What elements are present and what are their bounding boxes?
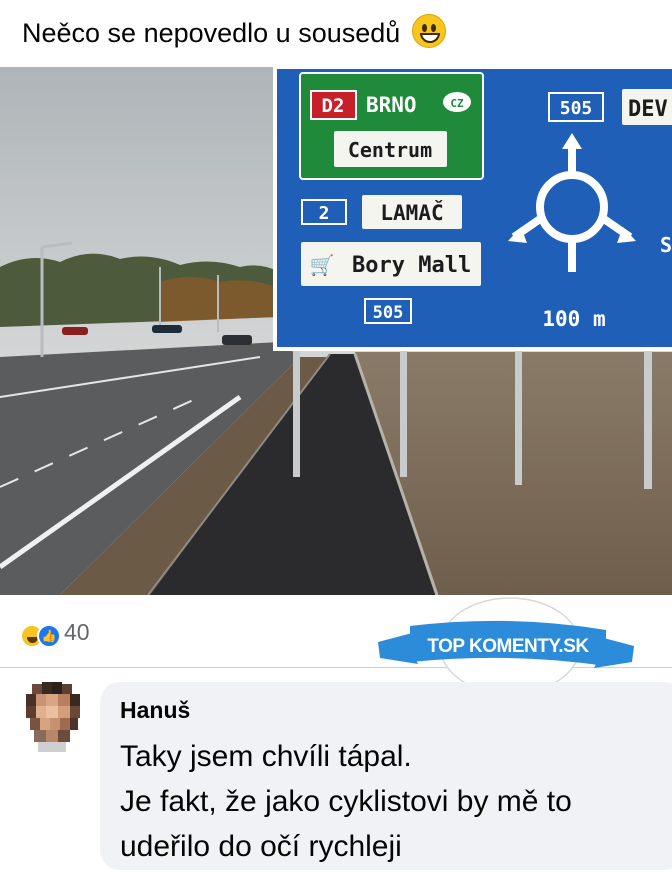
comment-author[interactable]: Hanuš xyxy=(120,697,190,724)
comment-text: Taky jsem chvíli tápal. Je fakt, že jako… xyxy=(120,734,660,869)
sign-route-2-badge: 2 xyxy=(319,203,330,224)
sign-destination-brno: BRNO xyxy=(366,93,417,117)
sign-route-505-top-badge: 505 xyxy=(560,98,593,119)
comment-line: Je fakt, že jako cyklistovi by mě to xyxy=(120,785,572,818)
post-text: Neěco se nepovedlo u sousedů xyxy=(22,14,446,49)
sign-d2-badge: D2 xyxy=(322,95,345,117)
like-icon: 👍 xyxy=(37,624,61,648)
watermark-text: TOP KOMENTY.SK xyxy=(427,636,589,657)
comment-line: Taky jsem chvíli tápal. xyxy=(120,740,412,773)
sign-distance: 100 m xyxy=(542,307,605,331)
road-sign: D2 BRNO CZ Centrum 2 LAMAČ 🛒 Bory Mall 5… xyxy=(273,67,672,351)
shopping-cart-icon: 🛒 xyxy=(310,253,335,277)
sign-destination-lamac: LAMAČ xyxy=(380,200,443,225)
sign-route-505-badge: 505 xyxy=(373,303,404,323)
reaction-count[interactable]: 40 xyxy=(64,619,90,646)
post-photo[interactable]: D2 BRNO CZ Centrum 2 LAMAČ 🛒 Bory Mall 5… xyxy=(0,67,672,595)
sign-cut-off-letter: S xyxy=(660,233,672,257)
post-header: Neěco se nepovedlo u sousedů xyxy=(0,0,672,66)
sign-destination-cut-off: DEV xyxy=(628,97,668,122)
sign-destination-bory-mall: Bory Mall xyxy=(352,253,471,278)
comment-line: udeřilo do očí rychleji xyxy=(120,830,402,863)
post-caption: Neěco se nepovedlo u sousedů xyxy=(22,18,401,48)
sign-country-badge: CZ xyxy=(450,97,464,110)
avatar[interactable] xyxy=(12,676,96,760)
sign-destination-centrum: Centrum xyxy=(348,138,432,162)
grinning-face-emoji-icon xyxy=(411,14,446,48)
